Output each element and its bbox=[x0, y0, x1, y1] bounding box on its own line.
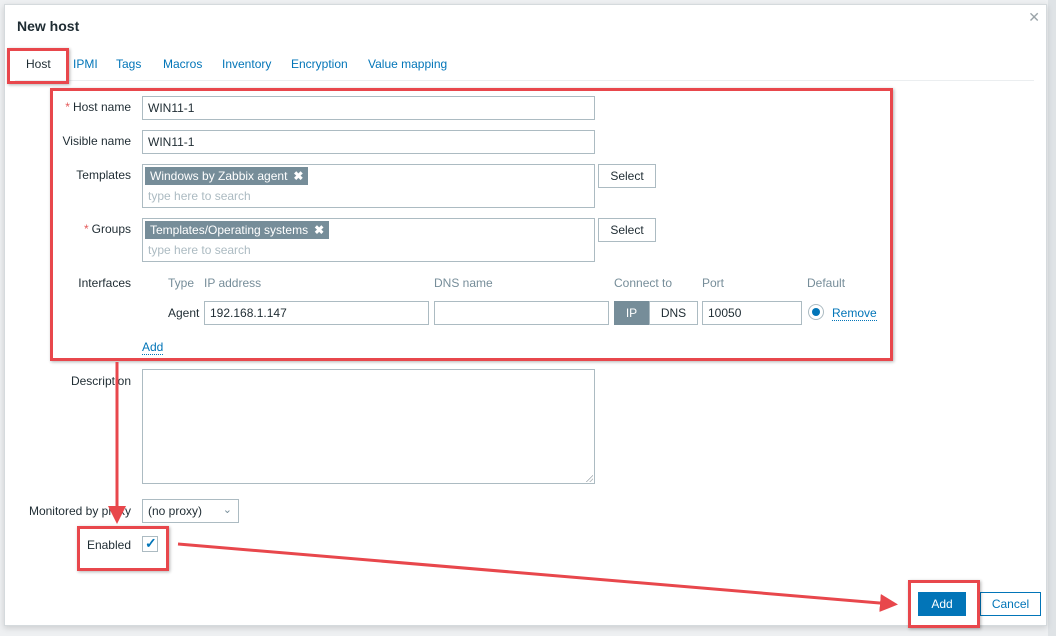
col-dns-name: DNS name bbox=[434, 276, 493, 290]
enabled-label: Enabled bbox=[86, 538, 131, 552]
required-marker: * bbox=[65, 100, 70, 114]
templates-multiselect[interactable]: Windows by Zabbix agent ✖ type here to se… bbox=[142, 164, 595, 208]
tab-value-mapping[interactable]: Value mapping bbox=[368, 57, 447, 71]
remove-chip-icon[interactable]: ✖ bbox=[293, 169, 303, 183]
tab-tags[interactable]: Tags bbox=[116, 57, 141, 71]
proxy-select-value: (no proxy) bbox=[148, 504, 203, 518]
description-textarea[interactable] bbox=[142, 369, 595, 484]
page-scrollbar[interactable] bbox=[1048, 0, 1056, 636]
col-type: Type bbox=[168, 276, 195, 290]
templates-label: Templates bbox=[76, 168, 131, 182]
tab-inventory[interactable]: Inventory bbox=[222, 57, 271, 71]
port-input[interactable] bbox=[702, 301, 802, 325]
template-chip: Windows by Zabbix agent ✖ bbox=[145, 167, 309, 185]
checkmark-icon: ✓ bbox=[145, 535, 157, 551]
chevron-down-icon: ⌄ bbox=[222, 504, 232, 516]
tab-host[interactable]: Host bbox=[26, 57, 51, 71]
col-port: Port bbox=[702, 276, 725, 290]
group-chip-label: Templates/Operating systems bbox=[150, 223, 309, 237]
col-connect-to: Connect to bbox=[614, 276, 673, 290]
visible-name-input[interactable] bbox=[142, 130, 595, 154]
default-interface-radio[interactable] bbox=[808, 304, 824, 320]
remove-chip-icon[interactable]: ✖ bbox=[314, 223, 324, 237]
interfaces-label: Interfaces bbox=[78, 276, 131, 290]
tab-encryption[interactable]: Encryption bbox=[291, 57, 348, 71]
proxy-label: Monitored by proxy bbox=[28, 504, 131, 518]
templates-search-placeholder[interactable]: type here to search bbox=[148, 189, 251, 203]
remove-interface-link[interactable]: Remove bbox=[832, 306, 877, 321]
host-name-label-text: Host name bbox=[72, 100, 131, 114]
proxy-select[interactable]: (no proxy) ⌄ bbox=[142, 499, 239, 523]
resize-handle[interactable] bbox=[586, 475, 593, 482]
connect-ip-toggle[interactable]: IP bbox=[614, 301, 649, 325]
enabled-checkbox[interactable]: ✓ bbox=[142, 535, 158, 552]
close-icon[interactable]: ✕ bbox=[1028, 9, 1040, 26]
col-default: Default bbox=[807, 276, 846, 290]
active-tab-indicator bbox=[21, 81, 67, 84]
groups-search-placeholder[interactable]: type here to search bbox=[148, 243, 251, 257]
group-chip: Templates/Operating systems ✖ bbox=[145, 221, 330, 239]
cancel-button[interactable]: Cancel bbox=[980, 592, 1041, 616]
connect-dns-toggle[interactable]: DNS bbox=[649, 301, 698, 325]
ip-address-input[interactable] bbox=[204, 301, 429, 325]
dialog-title: New host bbox=[17, 18, 80, 34]
groups-label-text: Groups bbox=[91, 222, 131, 236]
add-button[interactable]: Add bbox=[918, 592, 966, 616]
host-name-input[interactable] bbox=[142, 96, 595, 120]
add-interface-link[interactable]: Add bbox=[142, 340, 164, 355]
template-chip-label: Windows by Zabbix agent bbox=[150, 169, 288, 183]
groups-label: * Groups bbox=[5, 222, 131, 236]
tab-bar: Host IPMI Tags Macros Inventory Encrypti… bbox=[15, 51, 1034, 84]
description-label: Description bbox=[70, 374, 131, 388]
groups-select-button[interactable]: Select bbox=[598, 218, 656, 242]
required-marker: * bbox=[83, 222, 89, 236]
col-ip-address: IP address bbox=[204, 276, 262, 290]
tab-macros[interactable]: Macros bbox=[163, 57, 202, 71]
visible-name-label: Visible name bbox=[62, 134, 131, 148]
tab-ipmi[interactable]: IPMI bbox=[73, 57, 98, 71]
dns-name-input[interactable] bbox=[434, 301, 609, 325]
groups-multiselect[interactable]: Templates/Operating systems ✖ type here t… bbox=[142, 218, 595, 262]
new-host-dialog: New host ✕ Host IPMI Tags Macros Invento… bbox=[4, 4, 1047, 626]
templates-select-button[interactable]: Select bbox=[598, 164, 656, 188]
host-name-label: * Host name bbox=[5, 100, 131, 114]
interface-type: Agent bbox=[168, 306, 200, 320]
